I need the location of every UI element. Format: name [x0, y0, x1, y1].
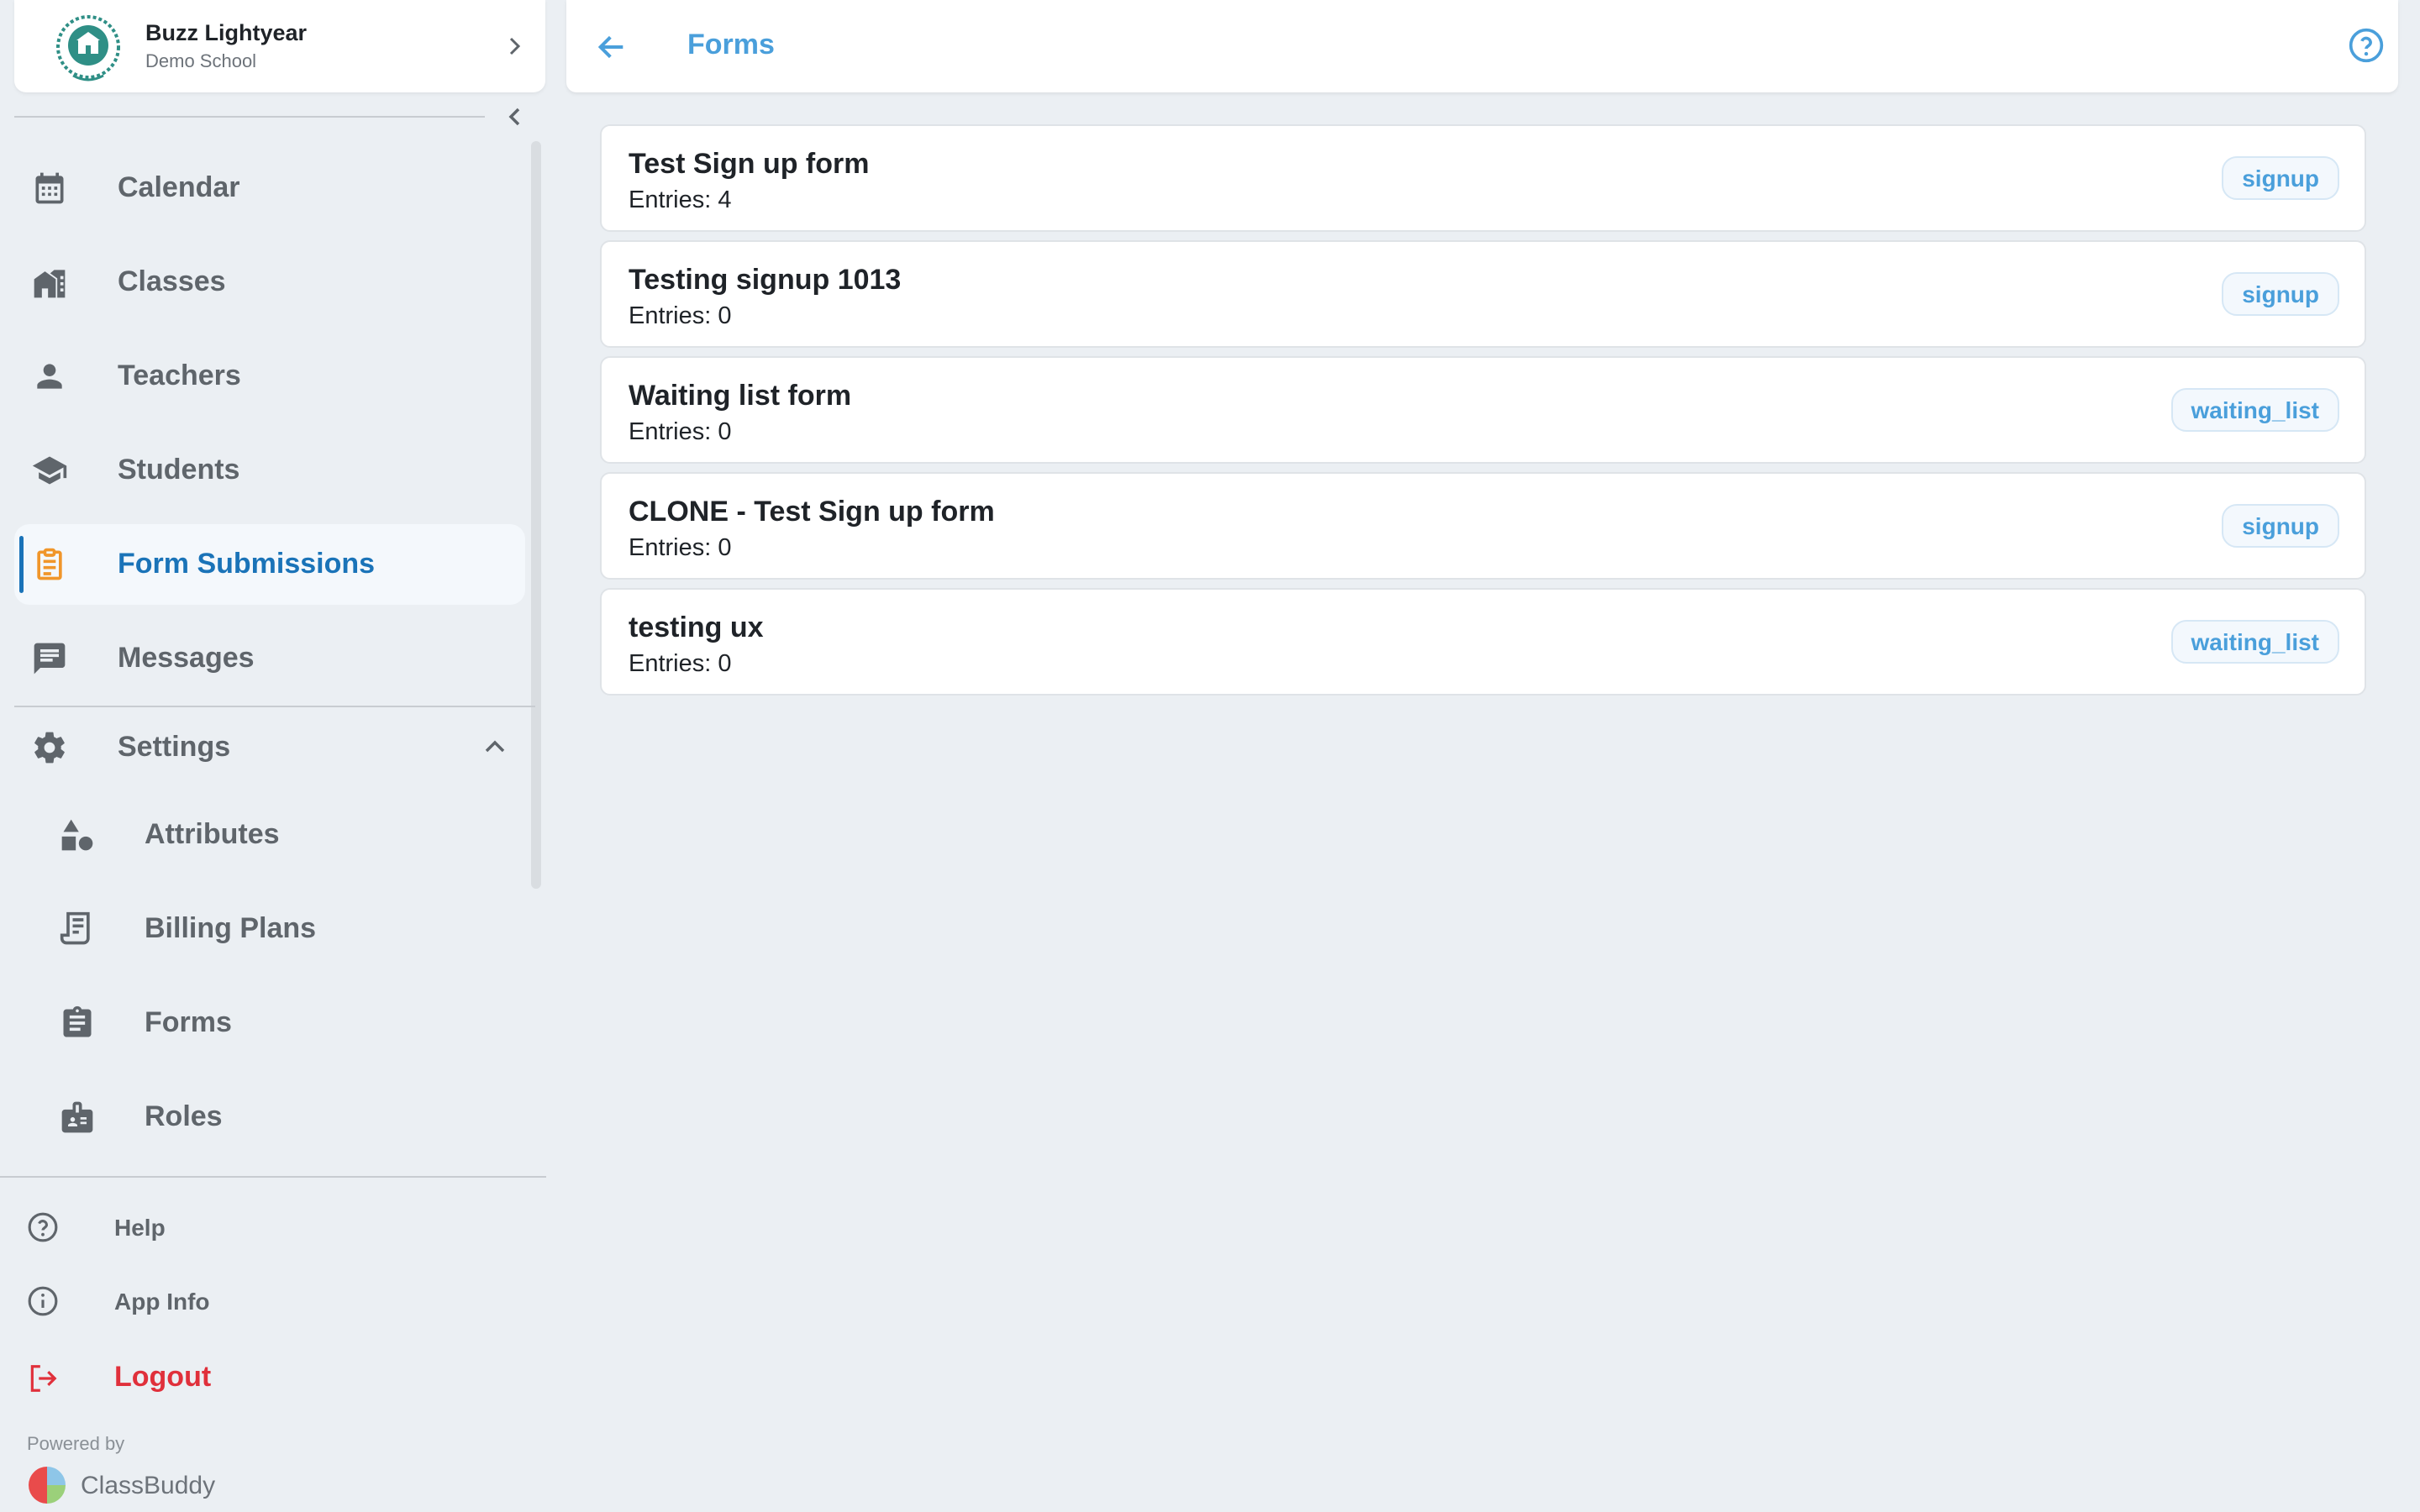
entries-count: 0 — [718, 302, 732, 329]
sidebar-item-label: Classes — [118, 265, 226, 297]
chevron-up-icon[interactable] — [482, 736, 508, 756]
sidebar-item-attributes[interactable]: Attributes — [50, 795, 521, 875]
sidebar-item-label: Form Submissions — [118, 548, 376, 580]
form-type-badge: signup — [2222, 504, 2339, 548]
logout-icon — [30, 1365, 57, 1392]
sidebar-item-label: Calendar — [118, 171, 240, 203]
help-link[interactable]: Help — [25, 1198, 496, 1257]
clipboard-icon — [37, 548, 62, 580]
sidebar-item-calendar[interactable]: Calendar — [14, 148, 525, 228]
form-entries: Entries: 0 — [629, 418, 731, 446]
entries-count: 4 — [718, 186, 732, 213]
divider — [0, 1176, 546, 1178]
form-type-badge: waiting_list — [2170, 388, 2339, 432]
form-type-badge: signup — [2222, 156, 2339, 200]
receipt-icon — [60, 911, 90, 945]
sidebar-item-classes[interactable]: Classes — [14, 242, 525, 323]
form-card[interactable]: CLONE - Test Sign up form Entries: 0 sign… — [600, 472, 2366, 580]
sidebar: Buzz Lightyear Demo School Calendar Clas… — [0, 0, 546, 1512]
entries-label: Entries: — [629, 186, 712, 213]
sidebar-item-label: Messages — [118, 642, 255, 674]
logout-button[interactable]: Logout — [25, 1349, 496, 1408]
sidebar-item-label: Forms — [145, 1006, 232, 1038]
entries-count: 0 — [718, 418, 732, 445]
badge-icon — [61, 1101, 93, 1133]
form-entries: Entries: 0 — [629, 534, 731, 562]
entries-count: 0 — [718, 534, 732, 561]
form-type-badge: waiting_list — [2170, 620, 2339, 664]
entries-label: Entries: — [629, 650, 712, 677]
person-icon — [37, 364, 62, 389]
sidebar-item-label: Settings — [118, 731, 231, 763]
form-title: Test Sign up form — [629, 148, 870, 180]
sidebar-item-label: Attributes — [145, 818, 280, 850]
sidebar-item-form-submissions[interactable]: Form Submissions — [14, 524, 525, 605]
sidebar-item-settings[interactable]: Settings — [14, 707, 525, 788]
form-card[interactable]: Testing signup 1013 Entries: 0 signup — [600, 240, 2366, 348]
back-arrow-icon[interactable] — [595, 30, 629, 64]
info-circle-icon — [28, 1286, 58, 1316]
form-card[interactable]: Test Sign up form Entries: 4 signup — [600, 124, 2366, 232]
help-label: Help — [114, 1215, 166, 1241]
form-entries: Entries: 0 — [629, 650, 731, 678]
sidebar-item-billing-plans[interactable]: Billing Plans — [50, 889, 521, 969]
classes-icon — [34, 270, 66, 298]
classbuddy-logo — [29, 1467, 66, 1504]
graduation-cap-icon — [32, 456, 67, 485]
profile-school: Demo School — [145, 50, 257, 71]
entries-label: Entries: — [629, 302, 712, 329]
sidebar-item-messages[interactable]: Messages — [14, 618, 525, 699]
collapse-sidebar-icon[interactable] — [502, 104, 528, 129]
logout-label: Logout — [114, 1361, 212, 1393]
sidebar-item-roles[interactable]: Roles — [50, 1077, 521, 1158]
divider — [14, 116, 485, 118]
form-entries: Entries: 0 — [629, 302, 731, 330]
gear-icon — [34, 732, 65, 764]
clipboard-list-icon — [63, 1005, 92, 1037]
sidebar-item-forms[interactable]: Forms — [50, 983, 521, 1063]
sidebar-item-label: Teachers — [118, 360, 241, 391]
form-title: testing ux — [629, 612, 764, 643]
entries-label: Entries: — [629, 418, 712, 445]
form-type-badge: signup — [2222, 272, 2339, 316]
form-title: Testing signup 1013 — [629, 264, 902, 296]
form-card[interactable]: testing ux Entries: 0 waiting_list — [600, 588, 2366, 696]
message-icon — [34, 643, 66, 675]
sidebar-item-teachers[interactable]: Teachers — [14, 336, 525, 417]
calendar-icon — [35, 172, 64, 204]
app-info-link[interactable]: App Info — [25, 1272, 496, 1331]
header-bar: Forms — [566, 0, 2398, 92]
app-info-label: App Info — [114, 1289, 210, 1315]
form-card[interactable]: Waiting list form Entries: 0 waiting_list — [600, 356, 2366, 464]
sidebar-item-label: Roles — [145, 1100, 223, 1132]
school-logo — [56, 15, 120, 81]
chevron-right-icon[interactable] — [507, 34, 523, 59]
entries-count: 0 — [718, 650, 732, 677]
form-list: Test Sign up form Entries: 4 signup Testi… — [600, 124, 2366, 704]
profile-name: Buzz Lightyear — [145, 20, 308, 45]
help-circle-icon — [28, 1212, 58, 1242]
help-circle-icon[interactable] — [2348, 27, 2385, 64]
profile-card[interactable]: Buzz Lightyear Demo School — [14, 0, 545, 92]
page-title: Forms — [687, 29, 775, 60]
powered-by-label: Powered by — [27, 1433, 125, 1454]
sidebar-scrollbar[interactable] — [531, 141, 541, 889]
entries-label: Entries: — [629, 534, 712, 561]
sidebar-item-label: Students — [118, 454, 240, 486]
form-entries: Entries: 4 — [629, 186, 731, 214]
brand-name: ClassBuddy — [81, 1472, 216, 1499]
form-title: CLONE - Test Sign up form — [629, 496, 995, 528]
form-title: Waiting list form — [629, 380, 852, 412]
sidebar-item-students[interactable]: Students — [14, 430, 525, 511]
sidebar-item-label: Billing Plans — [145, 912, 317, 944]
shapes-icon — [61, 819, 93, 851]
